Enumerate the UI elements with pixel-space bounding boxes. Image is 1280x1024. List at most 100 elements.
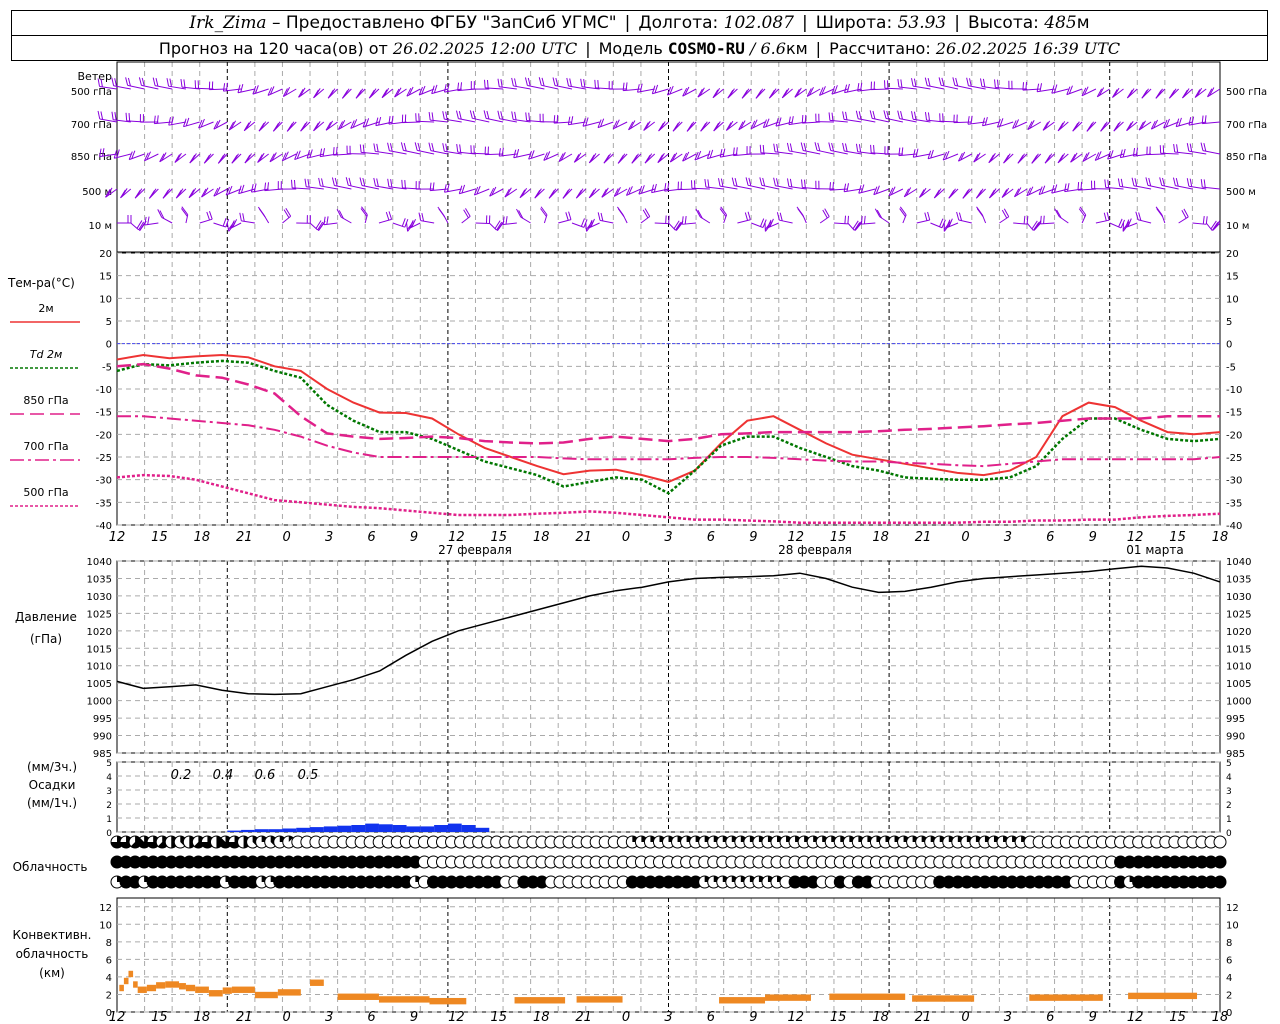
date-label: 01 марта — [1126, 543, 1183, 557]
wind-row-label-right: 500 гПа — [1226, 87, 1267, 98]
wind-barb-flag — [814, 142, 818, 151]
x-tick-label-bottom: 18 — [194, 1010, 211, 1024]
wind-barb-flag — [1080, 181, 1083, 190]
wind-barb-flag — [128, 112, 131, 122]
wind-barb — [406, 222, 409, 232]
conv-ytick-label-right: 12 — [1226, 903, 1239, 914]
wind-barb — [1138, 219, 1152, 224]
date-label: 28 февраля — [778, 543, 852, 557]
x-tick-label-bottom: 18 — [872, 1010, 889, 1024]
wind-barb-flag — [1176, 144, 1179, 153]
wind-barb-flag — [525, 112, 528, 121]
precip-bar — [310, 827, 324, 832]
wind-barb-flag — [293, 179, 296, 189]
pres-ytick-label: 1000 — [87, 697, 112, 708]
wind-barb-flag — [414, 142, 418, 151]
wind-barb-flag — [982, 78, 986, 87]
wind-barb-flag — [400, 142, 404, 151]
wind-barb-flag — [913, 111, 917, 120]
wind-barb — [199, 218, 213, 224]
wind-barb-flag — [844, 143, 848, 152]
wind-barb-flag — [1203, 179, 1206, 188]
wind-barb-flag — [600, 212, 604, 222]
x-tick-label: 21 — [575, 530, 592, 545]
wind-barb-flag — [1203, 143, 1207, 152]
pres-ytick-label: 990 — [93, 732, 112, 743]
wind-barb — [1013, 222, 1028, 225]
x-tick-label: 15 — [151, 530, 168, 545]
wind-barb-flag — [240, 83, 244, 93]
wind-barb-flag — [846, 183, 850, 192]
wind-barb-flag — [659, 152, 665, 162]
prec-ytick-label-right: 1 — [1226, 815, 1232, 825]
precip-bar — [241, 829, 255, 832]
x-tick-label: 6 — [707, 530, 715, 545]
wind-barb-flag — [869, 110, 873, 119]
conv-cloud-bar — [1029, 994, 1103, 1001]
wind-barb-flag — [747, 211, 751, 220]
precip-bar — [323, 826, 338, 832]
precip-bar — [447, 823, 462, 832]
wind-barb-flag — [307, 179, 310, 188]
wind-barb-flag — [996, 79, 999, 88]
wind-barb-flag — [169, 78, 172, 87]
prec-axis-label: Осадки — [29, 778, 76, 792]
wind-barb-flag — [511, 111, 514, 120]
wind-barb — [325, 121, 338, 131]
wind-barb-flag — [359, 177, 363, 186]
wind-barb — [1026, 222, 1034, 231]
temp-ytick-label-right: 15 — [1226, 272, 1239, 283]
x-tick-label-bottom: 0 — [283, 1010, 291, 1024]
wind-barb-flag — [969, 78, 972, 87]
precip-bar — [475, 827, 490, 832]
wind-barb-flag — [817, 142, 821, 152]
conv-ytick-label-right: 2 — [1226, 990, 1232, 1001]
wind-barb-flag — [373, 177, 376, 187]
prec-ytick-label: 4 — [106, 773, 112, 783]
precip-bar — [254, 829, 269, 832]
wind-barb-flag — [1186, 178, 1190, 187]
wind-barb-flag — [718, 178, 721, 187]
pres-ytick-label-right: 1015 — [1226, 644, 1251, 655]
wind-barb-flag — [472, 110, 476, 120]
wind-barb-flag — [225, 82, 229, 91]
temp-ytick-label-right: -15 — [1226, 408, 1242, 419]
temp-ytick-label-right: 0 — [1226, 340, 1232, 351]
conv-cloud-bar — [378, 996, 430, 1003]
wind-barb-flag — [930, 149, 934, 159]
wind-barb-flag — [1022, 82, 1025, 91]
wind-barb-flag — [681, 216, 684, 225]
conv-cloud-bar — [1128, 992, 1198, 1000]
conv-cloud-bar — [179, 983, 186, 990]
temp-legend-label: 500 гПа — [23, 486, 68, 499]
wind-barb-flag — [831, 112, 834, 121]
conv-cloud-bar — [156, 982, 166, 989]
precip-bar — [392, 825, 407, 832]
wind-barb-flag — [617, 208, 625, 217]
wind-barb-flag — [322, 148, 326, 157]
wind-barb-flag — [421, 213, 425, 222]
wind-barb-flag — [956, 211, 960, 221]
wind-barb-flag — [720, 178, 724, 187]
temp-ytick-label: -35 — [96, 498, 112, 509]
wind-barb-flag — [580, 218, 585, 227]
wind-barb — [378, 218, 392, 224]
wind-barb-flag — [516, 148, 520, 158]
wind-barb-flag — [912, 149, 916, 158]
wind-barb — [241, 220, 255, 224]
wind-barb-flag — [431, 143, 435, 152]
wind-barb — [958, 219, 972, 224]
wind-barb-flag — [745, 177, 749, 186]
x-tick-label-bottom: 3 — [664, 1010, 672, 1024]
wind-barb-flag — [445, 111, 448, 120]
wind-barb — [997, 121, 1014, 128]
x-tick-label: 18 — [872, 530, 889, 545]
wind-barb-flag — [114, 112, 117, 121]
wind-barb-flag — [748, 177, 752, 187]
temp-ytick-label-right: -40 — [1226, 521, 1242, 532]
precip-bar — [351, 825, 366, 832]
wind-barb-flag — [428, 142, 432, 151]
wind-barb — [1192, 222, 1207, 225]
wind-barb-flag — [846, 83, 850, 93]
wind-barb-flag — [125, 112, 128, 121]
